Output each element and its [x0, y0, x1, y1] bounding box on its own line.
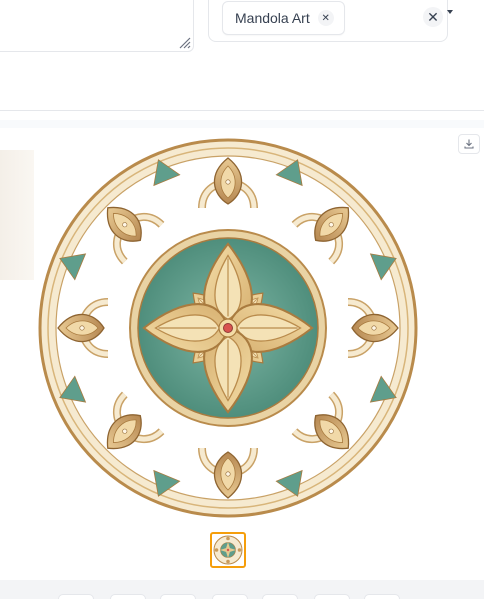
- section-divider: [0, 110, 484, 111]
- tags-dropdown[interactable]: Mandola Art ✕ ✕: [208, 0, 453, 42]
- tag-chip: Mandola Art ✕: [222, 1, 345, 35]
- toolbar-button[interactable]: [212, 594, 248, 599]
- input-region: Mandola Art ✕ ✕: [0, 0, 484, 112]
- toolbar-button[interactable]: [58, 594, 94, 599]
- toolbar-button[interactable]: [314, 594, 350, 599]
- previous-image-preview[interactable]: [0, 150, 34, 280]
- thumbnail-0[interactable]: [210, 532, 246, 568]
- close-icon[interactable]: ✕: [317, 10, 334, 26]
- resize-handle-icon[interactable]: [177, 35, 191, 49]
- prompt-textarea[interactable]: [0, 0, 194, 52]
- thumbnail-image: [213, 535, 243, 565]
- download-icon: [464, 139, 474, 149]
- toolbar-button[interactable]: [110, 594, 146, 599]
- clear-tags-button[interactable]: ✕: [423, 7, 443, 27]
- generated-image[interactable]: [36, 138, 420, 518]
- download-button[interactable]: [458, 134, 480, 154]
- app-page: Mandola Art ✕ ✕: [0, 0, 484, 599]
- close-icon: ✕: [427, 8, 439, 25]
- toolbar-button[interactable]: [262, 594, 298, 599]
- toolbar-button[interactable]: [364, 594, 400, 599]
- toolbar-button[interactable]: [160, 594, 196, 599]
- chevron-down-icon[interactable]: [447, 10, 453, 14]
- tag-chip-label: Mandola Art: [235, 10, 310, 26]
